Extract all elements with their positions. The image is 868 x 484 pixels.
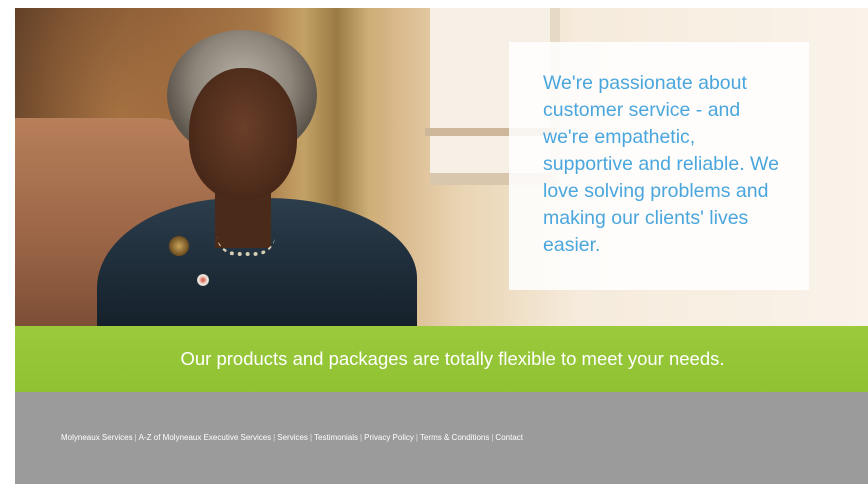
- footer-link-services[interactable]: Services: [277, 433, 308, 442]
- footer-separator: |: [491, 433, 494, 442]
- footer-link-privacy-policy[interactable]: Privacy Policy: [364, 433, 414, 442]
- footer-link-molyneaux-services[interactable]: Molyneaux Services: [61, 433, 133, 442]
- lapel-pin-icon: [197, 274, 209, 286]
- footer-link-a-z[interactable]: A-Z of Molyneaux Executive Services: [139, 433, 272, 442]
- footer: Molyneaux Services | A-Z of Molyneaux Exec…: [15, 392, 868, 484]
- hero-quote-text: We're passionate about customer service …: [543, 72, 779, 256]
- footer-separator: |: [273, 433, 276, 442]
- footer-separator: |: [360, 433, 363, 442]
- footer-separator: |: [415, 433, 418, 442]
- footer-link-contact[interactable]: Contact: [495, 433, 523, 442]
- banner-text: Our products and packages are totally fl…: [180, 348, 725, 369]
- hero-photo-person: [97, 28, 417, 326]
- footer-separator: |: [134, 433, 137, 442]
- page: We're passionate about customer service …: [15, 8, 868, 484]
- footer-link-terms[interactable]: Terms & Conditions: [420, 433, 489, 442]
- footer-link-testimonials[interactable]: Testimonials: [314, 433, 358, 442]
- footer-links: Molyneaux Services | A-Z of Molyneaux Exec…: [61, 433, 523, 442]
- footer-separator: |: [309, 433, 313, 442]
- person-face: [189, 68, 297, 200]
- brooch-icon: [169, 236, 189, 256]
- green-banner: Our products and packages are totally fl…: [15, 326, 868, 392]
- hero-section: We're passionate about customer service …: [15, 8, 868, 326]
- hero-quote-box: We're passionate about customer service …: [509, 42, 809, 290]
